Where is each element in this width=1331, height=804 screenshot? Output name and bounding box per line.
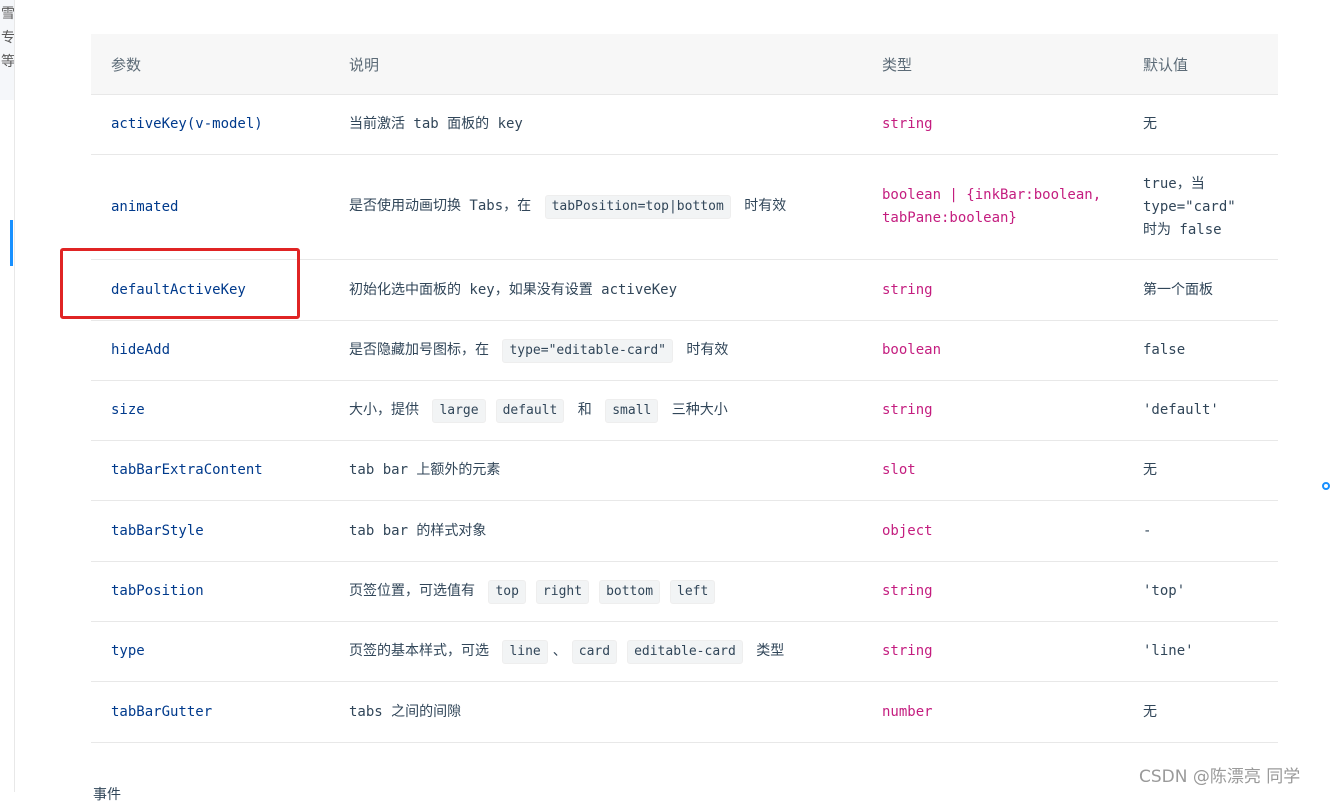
next-section-heading: 事件 <box>93 787 121 803</box>
desc-cell: tab bar 的样式对象 <box>329 500 862 562</box>
param-cell: type <box>91 621 329 682</box>
table-header-row: 参数 说明 类型 默认值 <box>91 34 1278 95</box>
table-row: size 大小，提供 large default 和 small 三种大小 strin… <box>91 380 1278 441</box>
sidebar-active-indicator <box>10 220 13 266</box>
default-cell: 无 <box>1123 440 1278 501</box>
code-snippet: small <box>605 398 659 423</box>
code-snippet: top <box>488 579 526 604</box>
default-cell: 'default' <box>1123 380 1278 441</box>
default-cell: 无 <box>1123 681 1278 743</box>
default-cell: - <box>1123 500 1278 562</box>
type-cell: string <box>862 380 1123 441</box>
desc-text: 时有效 <box>677 341 729 358</box>
desc-text: 页签位置，可选值有 <box>349 582 484 599</box>
type-cell: number <box>862 681 1123 743</box>
desc-cell: 是否隐藏加号图标，在 type="editable-card" 时有效 <box>329 320 862 381</box>
type-cell: boolean <box>862 320 1123 381</box>
desc-cell: 是否使用动画切换 Tabs，在 tabPosition=top|bottom 时… <box>329 154 862 260</box>
desc-text: 是否使用动画切换 Tabs，在 <box>349 198 540 214</box>
param-cell: tabBarExtraContent <box>91 440 329 501</box>
desc-cell: 页签位置，可选值有 top right bottom left <box>329 561 862 622</box>
left-sidebar-text: 雪 专 等 <box>1 2 14 74</box>
param-cell: size <box>91 380 329 441</box>
desc-text: 时有效 <box>735 198 787 214</box>
desc-text: 大小，提供 <box>349 401 428 418</box>
api-table: 参数 说明 类型 默认值 activeKey(v-model) 当前激活 tab … <box>91 34 1278 743</box>
header-type: 类型 <box>862 34 1123 95</box>
param-cell: tabBarStyle <box>91 500 329 562</box>
code-snippet: bottom <box>599 579 661 604</box>
desc-text: 和 <box>569 401 601 418</box>
desc-text: 初始化选中面板的 key，如果没有设置 activeKey <box>349 281 678 298</box>
desc-text: 、 <box>552 642 567 659</box>
default-cell: 'top' <box>1123 561 1278 622</box>
type-cell: string <box>862 94 1123 155</box>
table-row: type 页签的基本样式，可选 line、 card editable-card 类型… <box>91 621 1278 682</box>
desc-text: 当前激活 tab 面板的 key <box>349 116 523 132</box>
desc-cell: tabs 之间的间隙 <box>329 681 862 743</box>
header-param: 参数 <box>91 34 329 95</box>
desc-text: tab bar 的样式对象 <box>349 522 487 539</box>
param-cell: activeKey(v-model) <box>91 94 329 155</box>
default-cell: true，当 type="card" 时为 false <box>1123 154 1278 260</box>
code-snippet: line <box>502 639 548 664</box>
type-cell: object <box>862 500 1123 562</box>
left-sidebar-edge <box>0 0 15 792</box>
desc-cell: 页签的基本样式，可选 line、 card editable-card 类型 <box>329 621 862 682</box>
default-cell: 无 <box>1123 94 1278 155</box>
desc-text: 类型 <box>747 642 785 659</box>
code-snippet: right <box>535 579 590 604</box>
desc-cell: 当前激活 tab 面板的 key <box>329 94 862 155</box>
table-row: tabBarExtraContent tab bar 上额外的元素 slot 无 <box>91 440 1278 501</box>
table-row: tabPosition 页签位置，可选值有 top right bottom left s… <box>91 561 1278 622</box>
desc-text: 页签的基本样式，可选 <box>349 642 498 659</box>
header-default: 默认值 <box>1123 34 1278 95</box>
type-cell: slot <box>862 440 1123 501</box>
left-char-3: 等 <box>1 54 14 70</box>
code-snippet: left <box>670 579 716 604</box>
code-snippet: card <box>571 639 618 664</box>
code-snippet: type="editable-card" <box>502 338 673 363</box>
code-snippet: editable-card <box>627 639 743 664</box>
table-row: animated 是否使用动画切换 Tabs，在 tabPosition=top|… <box>91 154 1278 260</box>
table-row: tabBarStyle tab bar 的样式对象 object - <box>91 500 1278 562</box>
default-cell: false <box>1123 320 1278 381</box>
type-cell: string <box>862 561 1123 622</box>
desc-cell: tab bar 上额外的元素 <box>329 440 862 501</box>
param-cell: tabBarGutter <box>91 681 329 743</box>
type-cell: string <box>862 259 1123 321</box>
desc-text: tab bar 上额外的元素 <box>349 462 501 478</box>
type-cell: boolean | {inkBar:boolean, tabPane:boole… <box>862 154 1123 260</box>
code-snippet: tabPosition=top|bottom <box>544 195 731 219</box>
left-char-2: 专 <box>1 30 14 46</box>
desc-text: 是否隐藏加号图标，在 <box>349 341 498 358</box>
highlight-annotation-box <box>60 248 300 319</box>
code-snippet: default <box>495 398 565 423</box>
table-row: activeKey(v-model) 当前激活 tab 面板的 key string… <box>91 94 1278 155</box>
desc-text: 三种大小 <box>663 401 728 418</box>
watermark: CSDN @陈漂亮 同学 <box>1139 767 1301 787</box>
desc-text: tabs 之间的间隙 <box>349 703 462 720</box>
table-body: activeKey(v-model) 当前激活 tab 面板的 key string… <box>91 94 1278 743</box>
desc-cell: 大小，提供 large default 和 small 三种大小 <box>329 380 862 441</box>
type-cell: string <box>862 621 1123 682</box>
desc-cell: 初始化选中面板的 key，如果没有设置 activeKey <box>329 259 862 321</box>
param-cell: hideAdd <box>91 320 329 381</box>
header-desc: 说明 <box>329 34 862 95</box>
param-cell: animated <box>91 154 329 260</box>
table-row: hideAdd 是否隐藏加号图标，在 type="editable-card" 时… <box>91 320 1278 381</box>
default-cell: 第一个面板 <box>1123 259 1278 321</box>
scroll-anchor-dot[interactable] <box>1322 482 1330 490</box>
param-cell: tabPosition <box>91 561 329 622</box>
default-cell: 'line' <box>1123 621 1278 682</box>
left-char-1: 雪 <box>1 6 14 22</box>
code-snippet: large <box>432 398 486 423</box>
table-row: tabBarGutter tabs 之间的间隙 number 无 <box>91 681 1278 743</box>
